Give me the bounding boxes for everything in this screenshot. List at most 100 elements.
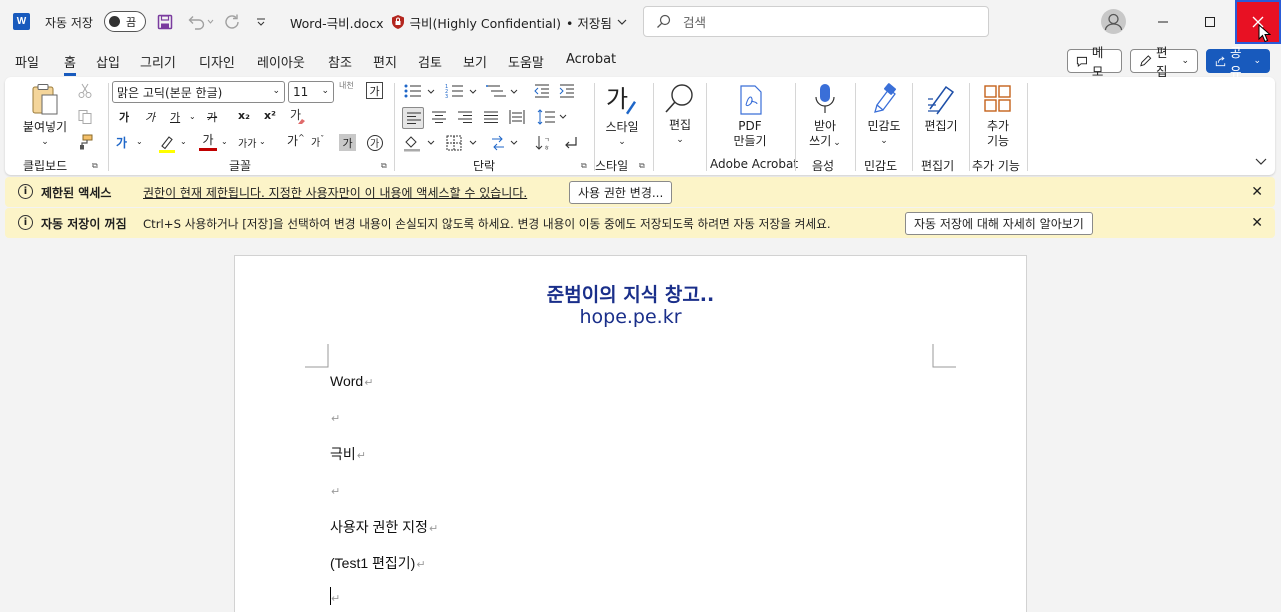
autosave-off-message: Ctrl+S 사용하거나 [저장]을 선택하여 변경 내용이 손실되지 않도록 …: [143, 216, 831, 231]
bullets-icon[interactable]: [403, 83, 437, 102]
tab-review[interactable]: 검토: [418, 52, 442, 71]
multilevel-list-icon[interactable]: [486, 83, 520, 102]
shading-icon[interactable]: [403, 134, 437, 155]
font-color-button[interactable]: 가: [199, 131, 217, 151]
share-button[interactable]: 공유 ⌄: [1206, 45, 1270, 79]
tab-help[interactable]: 도움말: [508, 52, 544, 71]
sensitivity-button[interactable]: 민감도 ⌄: [859, 83, 909, 146]
editing-mode-button[interactable]: 편집 ⌄: [1130, 45, 1198, 79]
italic-button[interactable]: 가: [145, 109, 155, 125]
align-right-icon[interactable]: [457, 110, 473, 127]
superscript-button[interactable]: x²: [264, 109, 276, 122]
account-avatar-icon[interactable]: [1101, 9, 1126, 34]
tab-design[interactable]: 디자인: [199, 52, 235, 71]
tab-insert[interactable]: 삽입: [96, 52, 120, 71]
maximize-button[interactable]: [1187, 0, 1233, 44]
change-permission-button[interactable]: 사용 권한 변경...: [569, 180, 673, 204]
autosave-toggle[interactable]: 끔: [104, 11, 146, 32]
line-spacing-icon[interactable]: [537, 109, 569, 128]
enclose-circle-icon[interactable]: 가: [366, 134, 384, 155]
restricted-access-message[interactable]: 권한이 현재 제한됩니다. 지정한 사용자만이 이 내용에 액세스할 수 있습니…: [143, 184, 527, 201]
align-left-button[interactable]: [402, 107, 424, 129]
clear-formatting-icon[interactable]: 가: [289, 107, 307, 128]
bold-button[interactable]: 가: [119, 109, 129, 125]
minimize-button[interactable]: [1140, 0, 1186, 44]
format-painter-icon[interactable]: [77, 134, 93, 153]
search-input[interactable]: 검색: [643, 6, 989, 37]
tab-references[interactable]: 참조: [328, 52, 352, 71]
underline-button[interactable]: 가: [170, 109, 180, 125]
dialog-launcher-icon[interactable]: ⧉: [581, 161, 587, 171]
comments-button[interactable]: 메모: [1067, 45, 1122, 79]
phonetic-guide-button[interactable]: 내천: [339, 81, 355, 90]
styles-button[interactable]: 가 스타일 ⌄: [601, 83, 641, 147]
change-case-button[interactable]: 가가: [238, 135, 256, 150]
dictate-button[interactable]: 받아 쓰기 ⌄: [800, 83, 850, 148]
subscript-button[interactable]: x₂: [238, 109, 250, 122]
group-divider: [855, 83, 856, 171]
highlight-color-icon[interactable]: [157, 134, 177, 157]
decrease-indent-icon[interactable]: [533, 83, 551, 102]
tab-layout[interactable]: 레이아웃: [257, 52, 305, 71]
dialog-launcher-icon[interactable]: ⧉: [639, 161, 645, 171]
find-editing-button[interactable]: 편집 ⌄: [660, 83, 700, 145]
chevron-down-icon[interactable]: ⌄: [180, 137, 187, 146]
paste-button[interactable]: 붙여넣기 ⌄: [20, 83, 70, 147]
justify-icon[interactable]: [483, 110, 499, 127]
add-ins-label-1: 추가: [986, 119, 1010, 133]
text-direction-icon[interactable]: [490, 134, 524, 155]
group-label-sensitivity: 민감도: [864, 159, 898, 173]
shrink-font-button[interactable]: 가ˇ: [311, 134, 324, 149]
chevron-down-icon[interactable]: ⌄: [221, 137, 228, 146]
add-ins-button[interactable]: 추가 기능: [973, 83, 1023, 148]
customize-toolbar-icon[interactable]: [253, 12, 269, 32]
tab-home[interactable]: 홈: [64, 52, 76, 76]
ribbon-expand-chevron-icon[interactable]: [1255, 155, 1267, 169]
redo-icon[interactable]: [222, 12, 242, 32]
group-divider: [795, 83, 796, 171]
create-pdf-button[interactable]: PDF 만들기: [725, 83, 775, 148]
distributed-align-icon[interactable]: [509, 109, 525, 128]
font-name-combo[interactable]: 맑은 고딕(본문 한글) ⌄: [112, 81, 285, 103]
undo-icon[interactable]: [185, 12, 215, 32]
show-formatting-marks-icon[interactable]: [561, 134, 579, 155]
microphone-icon: [815, 84, 835, 113]
character-shading-button[interactable]: 가: [339, 134, 356, 151]
caret-down-icon: ˇ: [320, 134, 325, 144]
close-icon[interactable]: ✕: [1251, 184, 1263, 200]
font-size-combo[interactable]: 11 ⌄: [288, 81, 334, 103]
dialog-launcher-icon[interactable]: ⧉: [92, 161, 98, 171]
close-button[interactable]: [1235, 0, 1281, 44]
close-icon[interactable]: ✕: [1251, 215, 1263, 231]
numbering-icon[interactable]: 123: [445, 83, 479, 102]
borders-icon[interactable]: [445, 134, 479, 155]
chevron-down-icon[interactable]: ⌄: [259, 137, 266, 146]
strikethrough-button[interactable]: 가: [207, 109, 217, 125]
document-title[interactable]: Word-극비.docx 극비(Highly Confidential) • 저…: [290, 0, 627, 44]
learn-autosave-button[interactable]: 자동 저장에 대해 자세히 알아보기: [905, 211, 1093, 235]
increase-indent-icon[interactable]: [558, 83, 576, 102]
text-effects-icon[interactable]: 가: [116, 134, 127, 151]
cut-icon[interactable]: [77, 83, 93, 102]
chevron-down-icon: ⌄: [321, 86, 329, 96]
margin-corner-mark: [932, 344, 956, 368]
dialog-launcher-icon[interactable]: ⧉: [381, 161, 387, 171]
group-label-clipboard: 클립보드: [23, 159, 68, 173]
tab-file[interactable]: 파일: [15, 52, 39, 71]
chevron-down-icon[interactable]: ⌄: [189, 112, 196, 121]
enclose-character-button[interactable]: 가: [366, 82, 383, 99]
chevron-down-icon[interactable]: ⌄: [136, 137, 143, 146]
sort-icon[interactable]: ㄱㅎ: [535, 134, 553, 155]
grow-font-button[interactable]: 가^: [287, 132, 305, 149]
copy-icon[interactable]: [77, 109, 93, 128]
align-center-icon[interactable]: [431, 110, 447, 127]
tab-acrobat[interactable]: Acrobat: [566, 52, 616, 67]
grow-font-glyph: 가: [287, 134, 299, 148]
minimize-icon: [1158, 21, 1168, 23]
tab-draw[interactable]: 그리기: [140, 52, 176, 71]
tab-view[interactable]: 보기: [463, 52, 487, 71]
document-page[interactable]: 준범이의 지식 창고.. hope.pe.kr Word↵ ↵ 극비↵ ↵ 사용…: [234, 255, 1027, 612]
tab-mailings[interactable]: 편지: [373, 52, 397, 71]
editor-button[interactable]: 편집기: [916, 83, 966, 145]
save-icon[interactable]: [155, 12, 175, 32]
